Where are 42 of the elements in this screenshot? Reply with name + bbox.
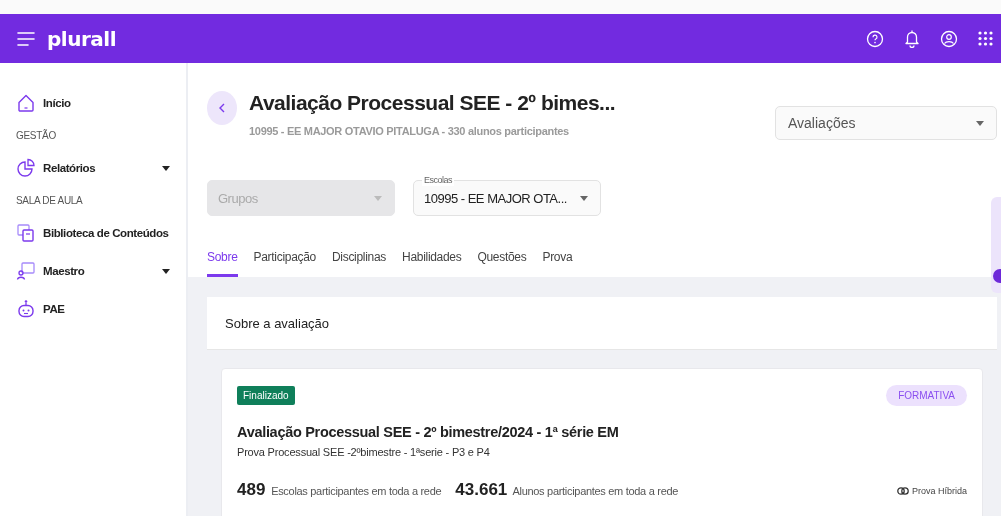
presenter-icon	[16, 261, 36, 281]
tab[interactable]: Prova	[542, 244, 573, 277]
tab[interactable]: Questões	[477, 244, 527, 277]
nav-item[interactable]: Relatórios	[16, 158, 186, 178]
tab[interactable]: Participação	[253, 244, 316, 277]
caret-icon	[162, 268, 170, 274]
apps-grid-icon[interactable]	[978, 31, 993, 46]
chevron-left-icon	[219, 103, 225, 113]
overlapping-circles-icon	[896, 487, 909, 495]
nav-item[interactable]: PAE	[16, 299, 186, 319]
status-badge: Finalizado	[237, 386, 295, 405]
view-select[interactable]: Avaliações	[775, 106, 997, 140]
help-icon[interactable]	[866, 29, 884, 48]
nav-item[interactable]: Início	[16, 93, 186, 113]
page-subtitle: 10995 - EE MAJOR OTAVIO PITALUGA - 330 alunos participantes	[249, 125, 570, 137]
assessment-title: Avaliação Processual SEE - 2º bimestre/2024 - 1ª série EM	[237, 424, 620, 440]
house-icon	[16, 93, 36, 113]
nav-item[interactable]: Biblioteca de Conteúdos	[16, 223, 186, 243]
caret-icon	[976, 120, 984, 126]
caret-icon	[580, 195, 588, 201]
book-screen-icon	[16, 223, 36, 243]
mode-label: Prova Híbrida	[911, 486, 967, 496]
tab[interactable]: Disciplinas	[331, 244, 387, 277]
tab[interactable]: Habilidades	[402, 244, 462, 277]
stat-text: 43.661 Alunos participantes em toda a rede	[455, 480, 679, 500]
robot-icon	[16, 299, 36, 319]
caret-icon	[162, 165, 170, 171]
logo[interactable]: plurall	[47, 26, 116, 51]
section-heading: GESTÃO	[16, 130, 57, 142]
type-badge: FORMATIVA	[886, 385, 967, 406]
page-title: Avaliação Processual SEE - 2º bimes...	[249, 91, 617, 115]
account-icon[interactable]	[940, 29, 958, 48]
nav-item[interactable]: Maestro	[16, 261, 186, 281]
stat-text: 489 Escolas participantes em toda a rede	[237, 480, 442, 500]
section-heading: SALA DE AULA	[16, 195, 84, 207]
notification-icon[interactable]	[904, 29, 920, 48]
caret-icon	[374, 195, 382, 201]
menu-icon[interactable]	[17, 31, 35, 46]
section-title: Sobre a avaliação	[225, 315, 330, 331]
pie-chart-icon	[16, 158, 36, 178]
assessment-description: Prova Processual SEE -2ºbimestre - 1ªserie - P3 e P4	[237, 446, 491, 458]
side-panel-tab[interactable]	[991, 197, 1001, 293]
